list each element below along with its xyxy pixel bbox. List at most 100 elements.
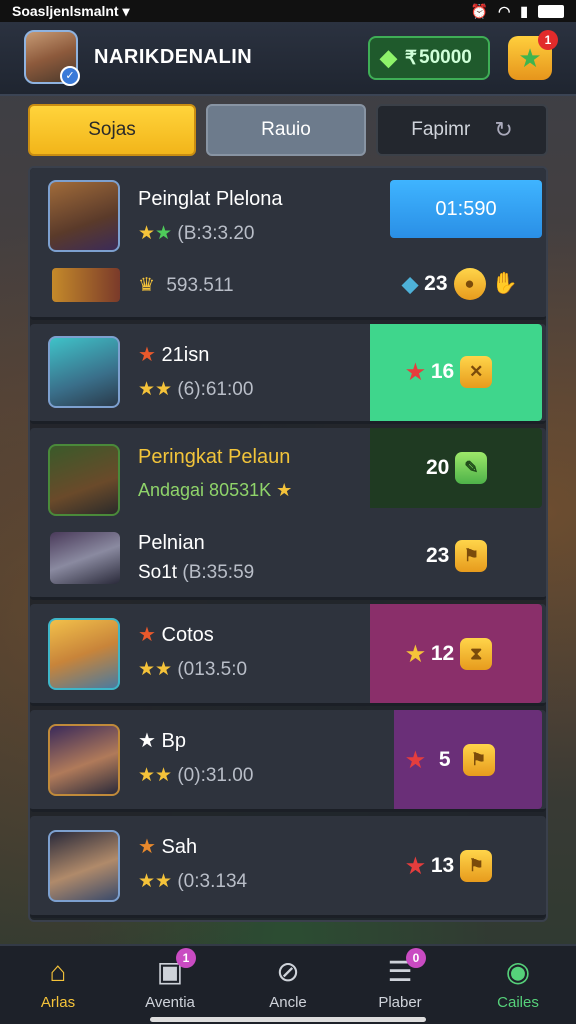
score-display: ★ 5 ⚑ [406, 744, 495, 776]
list-item[interactable]: ★ 21isn ★★ (6):61:00 ★ 16 ✕ [30, 324, 546, 424]
refresh-icon[interactable]: ↻ [494, 117, 512, 143]
hero-time: Andagai 80531K [138, 480, 272, 500]
notification-badge: 0 [406, 948, 426, 968]
hero-time: (0):31.00 [177, 765, 254, 786]
list-item[interactable]: ★ Cotos ★★ (013.5:0 ★ 12 ⧗ [30, 604, 546, 706]
hero-subtitle: ★★ (0:3.134 [138, 870, 247, 893]
nav-item-plaber[interactable]: ☰ 0 Plaber [350, 948, 450, 1011]
nav-item-arlas[interactable]: ⌂ Arlas [8, 954, 108, 1011]
home-icon: ⌂ [49, 956, 67, 987]
star-icon: ★ [406, 748, 425, 772]
hero-subtitle: ★★ (0):31.00 [138, 764, 253, 787]
weapon-item-icon [52, 268, 120, 302]
star-icon: ★ [276, 480, 293, 500]
gem-icon: ◆ [380, 45, 397, 70]
score-display: ◆ 23 ● ✋ [402, 268, 518, 300]
nav-item-aventia[interactable]: ▣ 1 Aventia [120, 948, 220, 1011]
bottom-navigation: ⌂ Arlas ▣ 1 Aventia ⊘ Ancle ☰ 0 Plaber ◉ C… [0, 944, 576, 1024]
battery-icon [538, 4, 564, 18]
drop-icon: ◆ [402, 272, 419, 296]
currency-display[interactable]: ◆ ₹50000 [368, 36, 490, 80]
inbox-icon: ☰ 0 [382, 948, 426, 990]
notification-badge: 1 [538, 30, 558, 50]
verified-badge-icon: ✓ [60, 66, 80, 86]
hero-portrait [48, 830, 120, 902]
score-display: ★ 12 ⧗ [406, 638, 493, 670]
hero-subtitle: ★★ (013.5:0 [138, 658, 247, 681]
reward-text: 593.511 [166, 275, 234, 296]
rating-stars-icon: ★★ [138, 659, 173, 680]
timer-button[interactable]: 01:590 [390, 180, 542, 238]
rating-stars-icon: ★ [155, 223, 173, 244]
hero-name: Peringkat Pelaun [138, 446, 291, 468]
score-display: 23 ⚑ [426, 540, 488, 572]
rating-stars-icon: ★★ [138, 765, 173, 786]
hero-label: So1t [138, 562, 178, 583]
wifi-icon: ◠ [498, 2, 511, 19]
score-value: 23 [424, 272, 448, 295]
hero-portrait [50, 532, 120, 584]
hero-subtitle: ★★ (B:3:3.20 [138, 222, 254, 245]
star-icon: ★ [138, 344, 156, 366]
flag-icon: ⚑ [460, 850, 493, 882]
home-indicator[interactable] [150, 1017, 426, 1022]
score-value: 5 [438, 748, 451, 771]
nav-label: Aventia [145, 994, 195, 1011]
currency-value: 50000 [419, 47, 472, 68]
notification-badge: 1 [176, 948, 196, 968]
list-item[interactable]: Peinglat Plelona ★★ (B:3:3.20 01:590 ♛ 5… [30, 168, 546, 320]
status-icons: ⏰ ◠ ▮ [471, 3, 564, 20]
hero-portrait [48, 444, 120, 516]
star-icon: ★ [406, 360, 425, 384]
player-avatar[interactable]: ✓ [24, 30, 80, 86]
list-item[interactable]: ★ Bp ★★ (0):31.00 ★ 5 ⚑ [30, 710, 546, 812]
tab-sojas[interactable]: Sojas [28, 104, 196, 156]
score-value: 12 [430, 642, 455, 665]
carrier-label: Soasljenlsmalnt ▾ [12, 2, 130, 19]
tab-fapimr-label: Fapimr [411, 119, 471, 140]
score-value: 23 [426, 544, 450, 567]
score-value: 20 [426, 456, 450, 479]
rating-stars-icon: ★★ [138, 871, 173, 892]
star-icon: ★ [138, 730, 156, 752]
hero-name: Pelnian [138, 532, 205, 554]
hero-name-text: Cotos [161, 624, 214, 646]
hero-time: (B:35:59 [182, 562, 255, 583]
hero-time: (6):61:00 [177, 379, 254, 400]
star-icon: ★ [138, 624, 156, 646]
star-rewards-button[interactable]: ★ 1 [508, 30, 558, 80]
tab-rauio[interactable]: Rauio [206, 104, 366, 156]
nav-label: Arlas [40, 994, 76, 1011]
list-item[interactable]: Peringkat Pelaun Andagai 80531K ★ 20 ✎ P… [30, 428, 546, 600]
hero-name: Peinglat Plelona [138, 188, 283, 210]
hourglass-icon: ⧗ [460, 638, 493, 670]
coin-icon: ● [453, 268, 486, 300]
hero-portrait [48, 724, 120, 796]
compass-icon: ⊘ [276, 956, 300, 987]
score-value: 13 [430, 854, 455, 877]
star-icon: ★ [138, 836, 156, 858]
star-icon: ★ [406, 642, 425, 666]
hero-name: ★ 21isn [138, 342, 209, 367]
hero-time: (013.5:0 [177, 659, 248, 680]
hero-portrait [48, 336, 120, 408]
alarm-icon: ⏰ [470, 2, 489, 19]
shield-icon: ✎ [455, 452, 488, 484]
hero-portrait [48, 618, 120, 690]
hero-name: ★ Sah [138, 834, 197, 859]
hero-subtitle: So1t (B:35:59 [138, 562, 254, 584]
tab-fapimr[interactable]: Fapimr ↻ [376, 104, 548, 156]
list-item[interactable]: ★ Sah ★★ (0:3.134 ★ 13 ⚑ [30, 816, 546, 918]
hero-subtitle: Andagai 80531K ★ [138, 480, 292, 501]
hero-name: ★ Bp [138, 728, 186, 753]
trophy-icon: ✕ [460, 356, 493, 388]
nav-label: Cailes [497, 994, 539, 1011]
hand-icon: ✋ [491, 272, 518, 295]
score-value: 16 [430, 360, 455, 383]
nav-item-ancle[interactable]: ⊘ Ancle [238, 954, 338, 1011]
signal-icon: ▮ [520, 2, 528, 19]
hero-portrait [48, 180, 120, 252]
hero-name-text: Sah [161, 836, 198, 858]
nav-item-cailes[interactable]: ◉ Cailes [468, 954, 568, 1011]
crown-icon: ♛ [138, 275, 156, 296]
